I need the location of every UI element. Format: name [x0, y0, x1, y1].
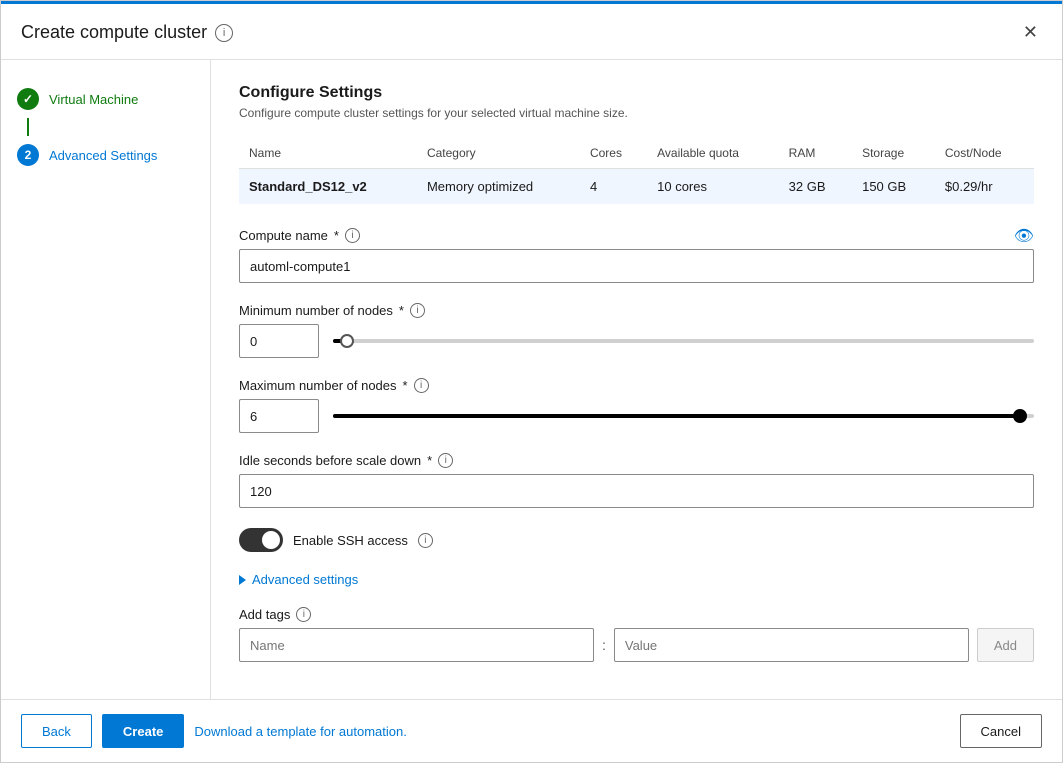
- col-storage: Storage: [852, 138, 935, 169]
- step-connector: [27, 118, 29, 136]
- compute-name-input[interactable]: [239, 249, 1034, 283]
- idle-seconds-info-icon[interactable]: i: [438, 453, 453, 468]
- compute-name-wrapper: [239, 249, 1034, 283]
- tag-separator: :: [602, 637, 606, 653]
- max-nodes-slider-fill: [333, 414, 1020, 418]
- tag-name-input[interactable]: [239, 628, 594, 662]
- sidebar-label-2: Advanced Settings: [49, 148, 157, 163]
- vm-table: Name Category Cores Available quota RAM …: [239, 138, 1034, 204]
- sidebar: ✓ Virtual Machine 2 Advanced Settings: [1, 60, 211, 699]
- ssh-toggle-row: Enable SSH access i: [239, 528, 1034, 552]
- create-button[interactable]: Create: [102, 714, 184, 748]
- advanced-settings-row[interactable]: Advanced settings: [239, 572, 1034, 587]
- idle-seconds-group: Idle seconds before scale down * i: [239, 453, 1034, 508]
- max-nodes-slider-track[interactable]: [333, 414, 1034, 418]
- min-nodes-group: Minimum number of nodes * i: [239, 303, 1034, 358]
- cell-quota: 10 cores: [647, 169, 779, 205]
- max-nodes-input[interactable]: [239, 399, 319, 433]
- cell-category: Memory optimized: [417, 169, 580, 205]
- dialog-header: Create compute cluster i ✕: [1, 4, 1062, 60]
- title-row: Create compute cluster i: [21, 22, 233, 43]
- cell-ram: 32 GB: [779, 169, 852, 205]
- compute-name-group: Compute name * i 👁: [239, 228, 1034, 283]
- dialog-body: ✓ Virtual Machine 2 Advanced Settings Co…: [1, 60, 1062, 699]
- close-button[interactable]: ✕: [1019, 18, 1042, 47]
- col-quota: Available quota: [647, 138, 779, 169]
- eye-icon[interactable]: 👁: [1014, 226, 1034, 246]
- sidebar-item-virtual-machine[interactable]: ✓ Virtual Machine: [1, 80, 210, 118]
- add-tags-group: Add tags i : Add: [239, 607, 1034, 662]
- min-nodes-slider-track[interactable]: [333, 339, 1034, 343]
- ssh-info-icon[interactable]: i: [418, 533, 433, 548]
- dialog-footer: Back Create Download a template for auto…: [1, 699, 1062, 762]
- min-nodes-label: Minimum number of nodes * i: [239, 303, 1034, 318]
- back-button[interactable]: Back: [21, 714, 92, 748]
- step-circle-1: ✓: [17, 88, 39, 110]
- col-cores: Cores: [580, 138, 647, 169]
- col-name: Name: [239, 138, 417, 169]
- col-ram: RAM: [779, 138, 852, 169]
- sidebar-item-advanced-settings[interactable]: 2 Advanced Settings: [1, 136, 210, 174]
- section-subtitle: Configure compute cluster settings for y…: [239, 106, 1034, 120]
- col-category: Category: [417, 138, 580, 169]
- compute-name-label: Compute name * i 👁: [239, 228, 1034, 243]
- tags-row: : Add: [239, 628, 1034, 662]
- dialog-title: Create compute cluster: [21, 22, 207, 43]
- add-tag-button[interactable]: Add: [977, 628, 1034, 662]
- idle-seconds-input[interactable]: [239, 474, 1034, 508]
- table-row[interactable]: Standard_DS12_v2 Memory optimized 4 10 c…: [239, 169, 1034, 205]
- download-template-button[interactable]: Download a template for automation.: [194, 724, 406, 739]
- min-nodes-info-icon[interactable]: i: [410, 303, 425, 318]
- max-nodes-group: Maximum number of nodes * i: [239, 378, 1034, 433]
- chevron-right-icon: [239, 575, 246, 585]
- compute-name-info-icon[interactable]: i: [345, 228, 360, 243]
- tag-value-input[interactable]: [614, 628, 969, 662]
- cell-name: Standard_DS12_v2: [239, 169, 417, 205]
- sidebar-label-1: Virtual Machine: [49, 92, 138, 107]
- cell-cost: $0.29/hr: [935, 169, 1034, 205]
- idle-seconds-label: Idle seconds before scale down * i: [239, 453, 1034, 468]
- advanced-settings-label: Advanced settings: [252, 572, 358, 587]
- min-nodes-slider-thumb[interactable]: [340, 334, 354, 348]
- min-nodes-slider-row: [239, 324, 1034, 358]
- create-compute-dialog: Create compute cluster i ✕ ✓ Virtual Mac…: [0, 0, 1063, 763]
- add-tags-label: Add tags i: [239, 607, 1034, 622]
- cell-cores: 4: [580, 169, 647, 205]
- max-nodes-info-icon[interactable]: i: [414, 378, 429, 393]
- max-nodes-slider-thumb[interactable]: [1013, 409, 1027, 423]
- section-title: Configure Settings: [239, 84, 1034, 102]
- title-info-icon[interactable]: i: [215, 24, 233, 42]
- max-nodes-slider-row: [239, 399, 1034, 433]
- ssh-toggle-label: Enable SSH access: [293, 533, 408, 548]
- min-nodes-input[interactable]: [239, 324, 319, 358]
- cell-storage: 150 GB: [852, 169, 935, 205]
- toggle-thumb: [262, 531, 280, 549]
- col-cost: Cost/Node: [935, 138, 1034, 169]
- max-nodes-label: Maximum number of nodes * i: [239, 378, 1034, 393]
- step-circle-2: 2: [17, 144, 39, 166]
- add-tags-info-icon[interactable]: i: [296, 607, 311, 622]
- cancel-button[interactable]: Cancel: [960, 714, 1042, 748]
- main-content: Configure Settings Configure compute clu…: [211, 60, 1062, 699]
- ssh-toggle[interactable]: [239, 528, 283, 552]
